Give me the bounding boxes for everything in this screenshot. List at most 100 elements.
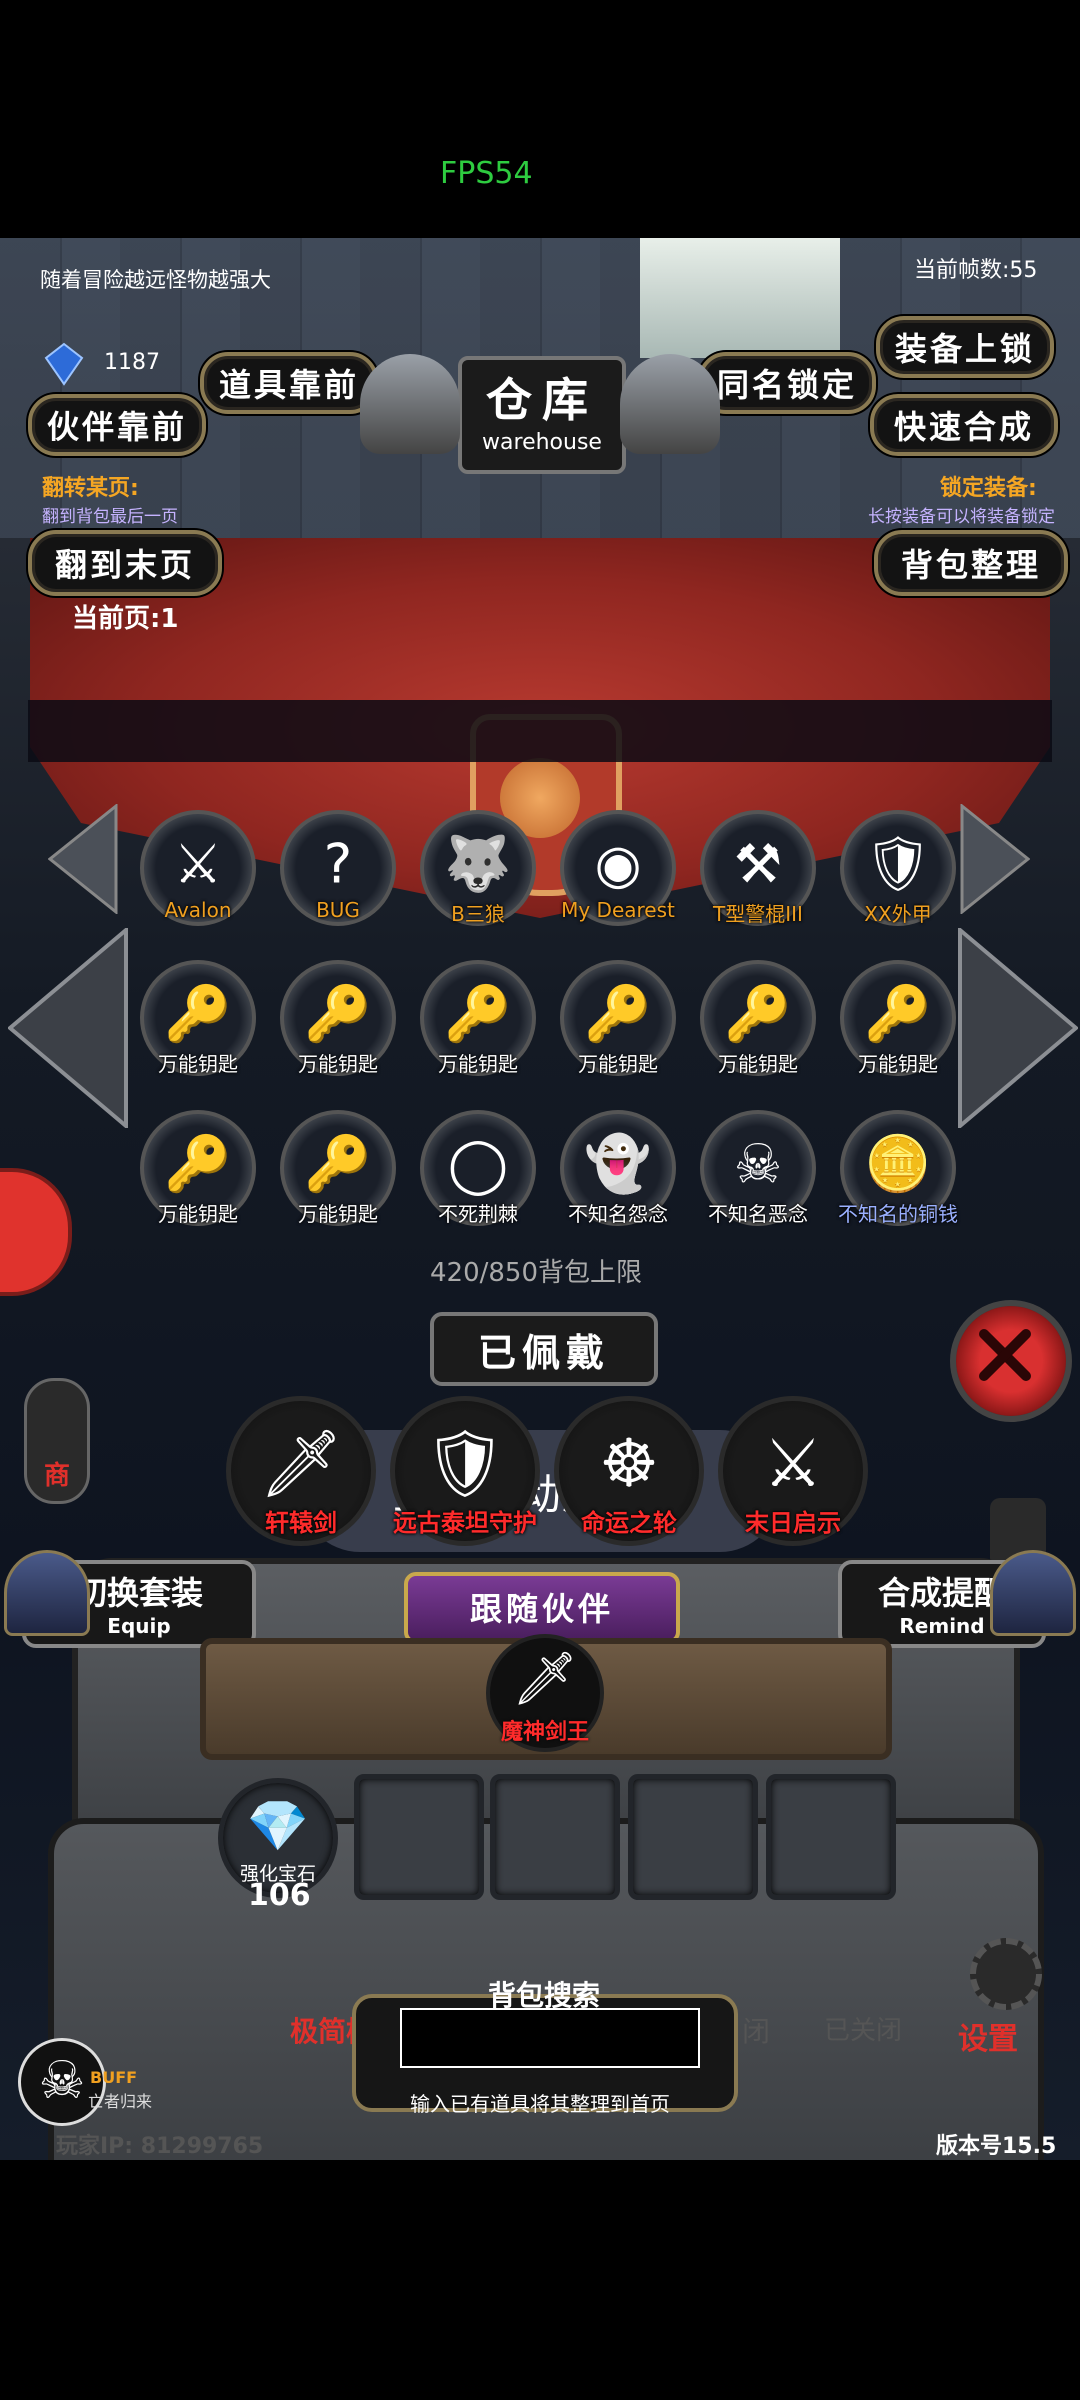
item-label: My Dearest xyxy=(561,898,675,922)
close-button[interactable] xyxy=(950,1300,1072,1422)
inventory-slot[interactable]: 🪙 不知名的铜钱 xyxy=(838,1110,958,1226)
inventory-slot[interactable]: ⚔ Avalon xyxy=(140,810,256,926)
item-label: 不知名怨念 xyxy=(568,1202,668,1226)
to-last-page-button[interactable]: 翻到末页 xyxy=(28,530,222,596)
right-helmet-icon xyxy=(620,354,720,454)
equipped-item-icon: ☸ xyxy=(599,1425,659,1502)
empty-slot-2[interactable] xyxy=(490,1774,620,1900)
quick-merge-button[interactable]: 快速合成 xyxy=(870,394,1058,456)
item-icon: 🐺 xyxy=(444,831,512,895)
inventory-slot[interactable]: 🔑 万能钥匙 xyxy=(700,960,816,1076)
warehouse-subtitle: warehouse xyxy=(482,430,602,455)
crystal-icon xyxy=(42,342,86,386)
equipped-title-plate: 已佩戴 xyxy=(430,1312,658,1386)
item-icon: 🔑 xyxy=(164,981,232,1045)
flip-title: 翻转某页: xyxy=(42,476,139,501)
item-icon: 🛡 xyxy=(863,831,933,895)
tip-text: 随着冒险越远怪物越强大 xyxy=(40,268,271,292)
equipped-slots: 🗡 轩辕剑 🛡 远古泰坦守护 ☸ 命运之轮 ⚔ 末日启示 xyxy=(0,238,868,1546)
shop-icon[interactable]: 商 xyxy=(24,1378,90,1504)
inventory-slot[interactable]: ? BUG xyxy=(280,810,396,926)
equipped-slot[interactable]: 🗡 轩辕剑 xyxy=(226,1396,376,1546)
next-page-arrow-icon[interactable] xyxy=(958,925,1080,1132)
item-label: 万能钥匙 xyxy=(158,1202,238,1226)
search-hint: 输入已有道具将其整理到首页 xyxy=(410,2092,670,2116)
inventory-slot[interactable]: ◉ My Dearest xyxy=(560,810,676,926)
item-label: 不死荆棘 xyxy=(438,1202,518,1226)
empty-slot-4[interactable] xyxy=(766,1774,896,1900)
item-label: 万能钥匙 xyxy=(298,1202,378,1226)
item-icon: 🔑 xyxy=(864,981,932,1045)
item-label: 万能钥匙 xyxy=(578,1052,658,1076)
warehouse-title-plate: 仓库 warehouse xyxy=(458,356,626,474)
equipped-slot[interactable]: ⚔ 末日启示 xyxy=(718,1396,868,1546)
inventory-slot[interactable]: 🐺 B三狼 xyxy=(420,810,536,926)
inventory-grid: ⚔ Avalon? BUG 🐺 B三狼 ◉ My Dearest ⚒ T型警棍III 🛡 XX外甲 🔑… xyxy=(0,238,1080,1226)
item-label: 万能钥匙 xyxy=(298,1052,378,1076)
equipped-item-icon: 🗡 xyxy=(259,1425,343,1502)
buff-sub: 亡者归来 xyxy=(88,2092,153,2111)
player-ip: 玩家IP: 81299765 xyxy=(56,2134,264,2159)
empty-slot-1[interactable] xyxy=(354,1774,484,1900)
equip-lock-button[interactable]: 装备上锁 xyxy=(876,316,1054,378)
inventory-slot[interactable]: ⚒ T型警棍III xyxy=(700,810,816,926)
equipped-item-label: 末日启示 xyxy=(745,1509,841,1537)
knight-icon: 🗡 xyxy=(511,1649,578,1709)
prev-page-arrow-icon[interactable] xyxy=(6,925,128,1132)
inventory-slot[interactable]: ◯ 不死荆棘 xyxy=(420,1110,536,1226)
inventory-slot[interactable]: 🔑 万能钥匙 xyxy=(280,960,396,1076)
inventory-slot[interactable]: 🔑 万能钥匙 xyxy=(420,960,536,1076)
buff-label: BUFF xyxy=(90,2068,138,2087)
item-label: 万能钥匙 xyxy=(438,1052,518,1076)
equipped-slot[interactable]: ☸ 命运之轮 xyxy=(554,1396,704,1546)
item-label: BUG xyxy=(316,898,360,922)
inventory-slot[interactable]: 🔑 万能钥匙 xyxy=(140,960,256,1076)
shop-label: 商 xyxy=(43,1461,70,1491)
item-icon: ◯ xyxy=(447,1132,509,1196)
partner-name: 魔神剑王 xyxy=(500,1720,589,1745)
gem-icon: 💎 xyxy=(246,1797,310,1855)
empty-slot-3[interactable] xyxy=(628,1774,758,1900)
gear-icon[interactable] xyxy=(970,1938,1042,2010)
lock-desc: 长按装备可以将装备锁定 xyxy=(868,507,1055,527)
item-label: XX外甲 xyxy=(864,902,932,926)
info-bar xyxy=(28,700,1052,762)
prev-arrow-small-icon[interactable] xyxy=(47,802,118,918)
settings-label[interactable]: 设置 xyxy=(958,2014,1018,2058)
equipped-slot[interactable]: 🛡 远古泰坦守护 xyxy=(390,1396,540,1546)
close-icon xyxy=(979,1329,1031,1381)
item-label: 不知名的铜钱 xyxy=(838,1202,958,1226)
same-name-lock-button[interactable]: 同名锁定 xyxy=(698,352,876,414)
inventory-slot[interactable]: 🔑 万能钥匙 xyxy=(560,960,676,1076)
gem-count: 106 xyxy=(248,1878,311,1913)
inventory-slot[interactable]: ☠ 不知名恶念 xyxy=(700,1110,816,1226)
item-icon: 🔑 xyxy=(724,981,792,1045)
item-icon: 🔑 xyxy=(584,981,652,1045)
item-icon: 🔑 xyxy=(304,1131,372,1195)
item-label: 万能钥匙 xyxy=(858,1052,938,1076)
inventory-slot[interactable]: 🔑 万能钥匙 xyxy=(140,1110,256,1226)
partner-slot[interactable]: 🗡 魔神剑王 xyxy=(486,1634,604,1752)
current-page: 当前页:1 xyxy=(72,604,179,634)
inventory-slot[interactable]: 👻 不知名怨念 xyxy=(560,1110,676,1226)
item-icon: ⚔ xyxy=(173,832,223,896)
inventory-slot[interactable]: 🔑 万能钥匙 xyxy=(840,960,956,1076)
capacity-text: 420/850背包上限 xyxy=(430,1258,643,1288)
helmet-right-icon xyxy=(990,1550,1076,1636)
bag-sort-button[interactable]: 背包整理 xyxy=(874,530,1068,596)
item-label: 不知名恶念 xyxy=(708,1202,808,1226)
flip-desc: 翻到背包最后一页 xyxy=(42,507,178,527)
item-label: Avalon xyxy=(164,898,232,922)
game-screen: 随着冒险越远怪物越强大 当前帧数:55 1187 道具靠前 伙伴靠前 同名锁定 … xyxy=(0,238,1080,2160)
item-icon: 🔑 xyxy=(304,981,372,1045)
search-input[interactable] xyxy=(400,2008,700,2068)
user-avatar-icon[interactable] xyxy=(0,1168,72,1296)
equipped-item-icon: 🛡 xyxy=(423,1425,507,1502)
partner-front-button[interactable]: 伙伴靠前 xyxy=(28,394,206,456)
items-front-button[interactable]: 道具靠前 xyxy=(200,352,378,414)
item-label: 万能钥匙 xyxy=(718,1052,798,1076)
inventory-slot[interactable]: 🛡 XX外甲 xyxy=(840,810,956,926)
inventory-slot[interactable]: 🔑 万能钥匙 xyxy=(280,1110,396,1226)
item-icon: 🔑 xyxy=(164,1131,232,1195)
item-icon: ◉ xyxy=(594,832,642,896)
